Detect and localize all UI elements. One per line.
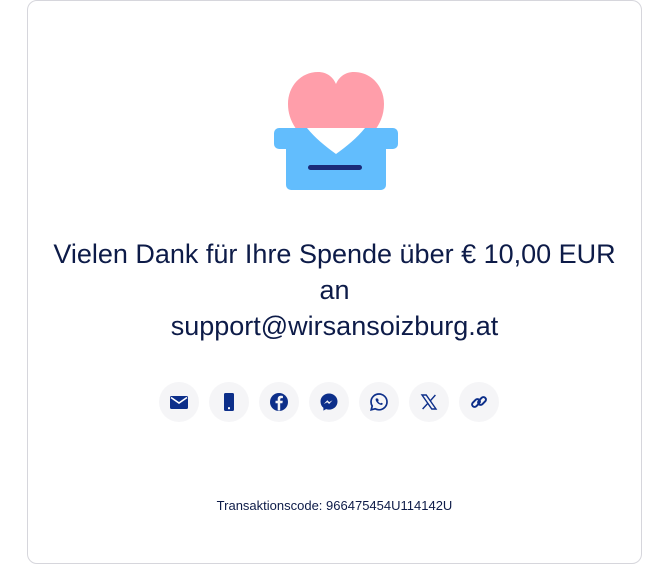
box-slot (308, 165, 362, 170)
title-line-to: an (319, 275, 350, 305)
transaction-code-value: 966475454U114142U (326, 498, 453, 513)
link-icon (471, 396, 487, 408)
share-email-button[interactable] (159, 382, 199, 422)
whatsapp-icon (370, 393, 388, 411)
facebook-icon (270, 393, 288, 411)
donation-box-icon (274, 72, 398, 190)
messenger-icon (320, 393, 338, 411)
share-whatsapp-button[interactable] (359, 382, 399, 422)
share-messenger-button[interactable] (309, 382, 349, 422)
transaction-code-label: Transaktionscode: (216, 498, 323, 513)
confirmation-title: Vielen Dank für Ihre Spende über € 10,00… (27, 236, 642, 344)
x-icon (420, 394, 438, 410)
share-buttons (159, 382, 501, 422)
mail-icon (170, 396, 188, 409)
mobile-icon (224, 393, 234, 411)
share-x-button[interactable] (409, 382, 449, 422)
transaction-code: Transaktionscode: 966475454U114142U (27, 498, 642, 514)
copy-link-button[interactable] (459, 382, 499, 422)
recipient-email: support@wirsansoizburg.at (170, 311, 499, 341)
share-sms-button[interactable] (209, 382, 249, 422)
share-facebook-button[interactable] (259, 382, 299, 422)
title-line-thanks: Vielen Dank für Ihre Spende über € 10,00… (53, 239, 616, 269)
